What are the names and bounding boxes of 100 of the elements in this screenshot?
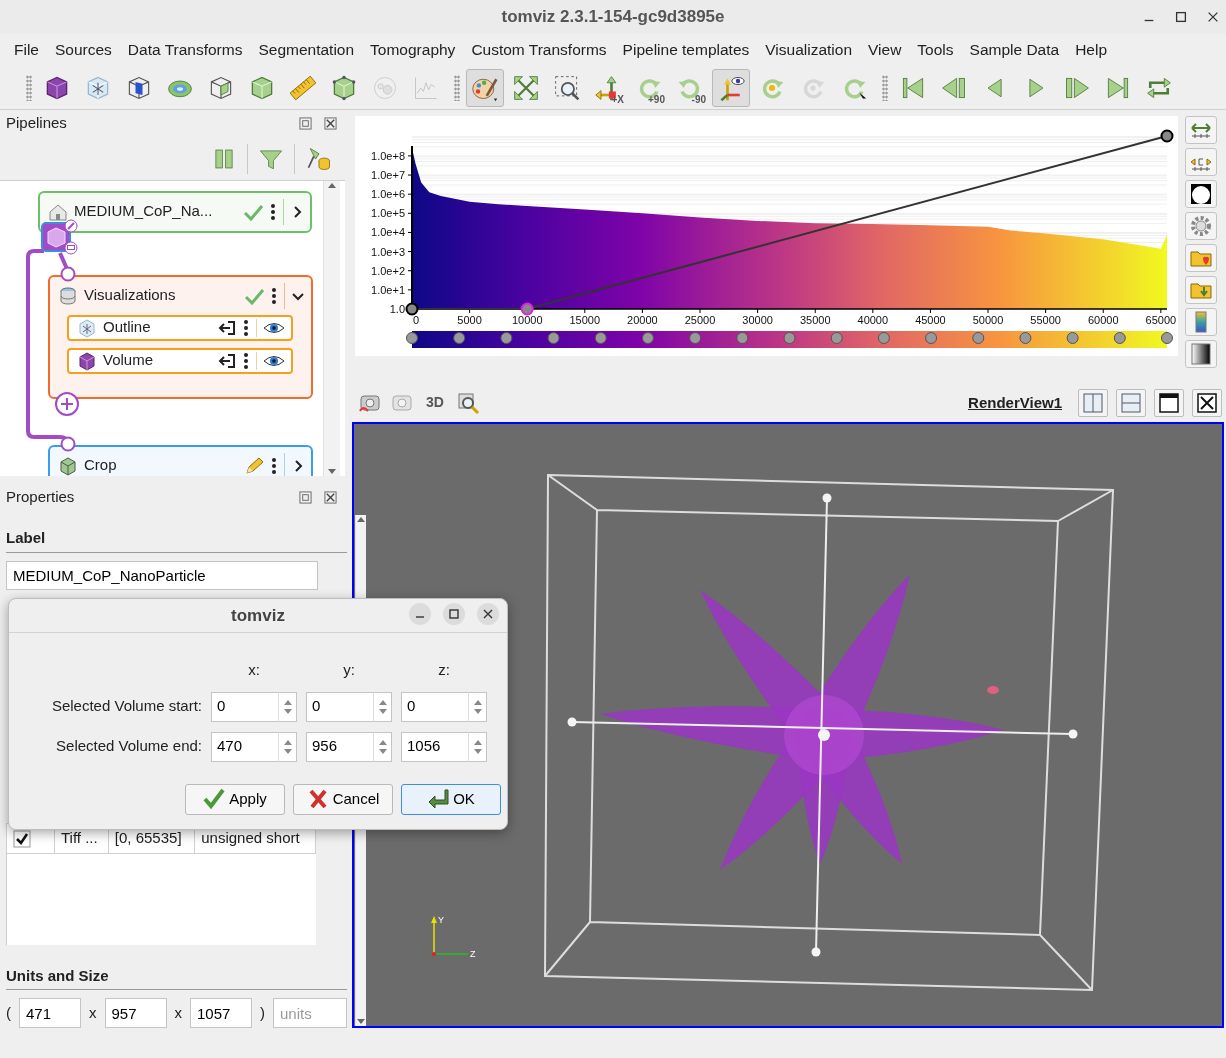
color-stop-knob[interactable] xyxy=(1066,332,1079,344)
axis-tick-label: 20000 xyxy=(627,314,658,326)
kebab-icon[interactable] xyxy=(270,456,278,475)
scroll-up-icon[interactable] xyxy=(356,515,366,523)
scroll-down-icon[interactable] xyxy=(327,467,337,476)
eye-icon[interactable] xyxy=(263,320,285,335)
spin-buttons[interactable] xyxy=(469,731,487,762)
pipeline-node[interactable]: Visualizations Outline Volume xyxy=(48,274,313,399)
menu-item[interactable]: Tomography xyxy=(362,38,464,62)
close-icon[interactable] xyxy=(481,607,495,621)
spin-box[interactable]: 0 xyxy=(211,691,279,722)
pipeline-node[interactable]: MEDIUM_CoP_Na... xyxy=(38,190,312,233)
kebab-icon[interactable] xyxy=(270,286,278,305)
menu-item[interactable]: Visualization xyxy=(757,38,861,62)
dialog-button[interactable]: Apply xyxy=(185,783,285,815)
times-text: x xyxy=(174,1002,182,1023)
color-stop-knob[interactable] xyxy=(406,332,418,344)
menu-item[interactable]: Tools xyxy=(909,38,962,62)
menu-item[interactable]: Custom Transforms xyxy=(463,38,615,62)
exit-icon[interactable] xyxy=(218,319,236,336)
size-field[interactable]: 471 xyxy=(19,998,81,1028)
menu-item[interactable]: File xyxy=(6,38,47,62)
color-stop-knob[interactable] xyxy=(547,332,560,344)
color-stop-knob[interactable] xyxy=(1113,332,1126,344)
toolbar-button[interactable] xyxy=(712,68,750,107)
exit-icon[interactable] xyxy=(218,352,236,369)
kebab-icon[interactable] xyxy=(242,318,250,337)
spin-buttons[interactable] xyxy=(469,691,487,722)
pipeline-node[interactable]: Outline xyxy=(67,314,293,341)
view-title: RenderView1 xyxy=(968,392,1062,413)
menu-item[interactable]: Segmentation xyxy=(250,38,363,62)
eye-icon[interactable] xyxy=(263,353,285,368)
spin-box[interactable]: 1056 xyxy=(401,731,469,762)
menu-item[interactable]: Sources xyxy=(47,38,120,62)
color-stop-knob[interactable] xyxy=(783,332,796,344)
color-stop-knob[interactable] xyxy=(1161,332,1173,344)
gradient-icon[interactable] xyxy=(1189,342,1213,366)
close-icon[interactable] xyxy=(324,490,337,504)
pipeline-node[interactable]: Volume xyxy=(67,347,293,374)
color-stop-knob[interactable] xyxy=(689,332,702,344)
color-stop-knob[interactable] xyxy=(736,332,749,344)
color-stop-knob[interactable] xyxy=(641,332,654,344)
spin-box[interactable]: 0 xyxy=(401,691,469,722)
kebab-icon[interactable] xyxy=(269,202,277,221)
menu-item[interactable]: View xyxy=(860,38,910,62)
pipeline-node[interactable]: Crop xyxy=(48,444,313,476)
maximize-icon[interactable] xyxy=(1174,10,1188,24)
menu-item[interactable]: Sample Data xyxy=(961,38,1068,62)
menu-item[interactable]: Help xyxy=(1067,38,1116,62)
split-vertical-icon[interactable] xyxy=(1120,391,1142,414)
toolbar-button[interactable]: +90 xyxy=(630,68,668,107)
checkbox-checked[interactable] xyxy=(13,829,31,848)
color-stop-knob[interactable] xyxy=(1019,332,1032,344)
label-field[interactable]: MEDIUM_CoP_NanoParticle xyxy=(6,560,318,590)
color-stop-knob[interactable] xyxy=(877,332,890,344)
scroll-down-icon[interactable] xyxy=(356,1018,366,1026)
color-stop-knob[interactable] xyxy=(500,332,513,344)
toolbar-button[interactable]: -90 xyxy=(671,68,709,107)
magnifier-icon[interactable] xyxy=(455,390,480,415)
color-stop-knob[interactable] xyxy=(594,332,607,344)
units-field[interactable]: units xyxy=(273,998,347,1028)
axis-tick-label: 1.0 xyxy=(389,303,405,315)
close-icon[interactable] xyxy=(324,117,337,131)
maximize-icon[interactable] xyxy=(1158,391,1180,414)
control-point[interactable] xyxy=(520,302,534,316)
gear-icon[interactable] xyxy=(1189,214,1213,238)
spin-box[interactable]: 956 xyxy=(306,731,374,762)
color-stop-knob[interactable] xyxy=(925,332,938,344)
axis-tick-label: 1.0e+5 xyxy=(371,207,405,220)
menu-item[interactable]: Pipeline templates xyxy=(614,38,758,62)
size-field[interactable]: 1057 xyxy=(190,998,252,1028)
spin-buttons[interactable] xyxy=(279,731,297,762)
toolbar-button[interactable] xyxy=(466,68,504,107)
size-field[interactable]: 957 xyxy=(104,998,167,1028)
split-horizontal-icon[interactable] xyxy=(1082,391,1104,414)
spin-buttons[interactable] xyxy=(374,691,392,722)
spin-box[interactable]: 470 xyxy=(211,731,279,762)
spin-buttons[interactable] xyxy=(279,691,297,722)
scrollbar[interactable] xyxy=(323,180,340,476)
spin-buttons[interactable] xyxy=(374,731,392,762)
float-icon[interactable] xyxy=(299,117,312,131)
color-stop-knob[interactable] xyxy=(830,332,843,344)
control-point[interactable] xyxy=(1160,129,1174,143)
menu-item[interactable]: Data Transforms xyxy=(119,38,251,62)
kebab-icon[interactable] xyxy=(242,351,250,370)
cube-icon xyxy=(77,317,97,338)
color-stop-knob[interactable] xyxy=(972,332,985,344)
expand-icon xyxy=(512,73,540,102)
spin-box[interactable]: 0 xyxy=(306,691,374,722)
close-icon[interactable] xyxy=(1196,391,1218,414)
view-mode-button[interactable]: 3D xyxy=(422,392,448,414)
float-icon[interactable] xyxy=(299,490,312,504)
dialog-button[interactable]: Cancel xyxy=(293,783,393,815)
dialog-button[interactable]: OK xyxy=(401,783,501,815)
toolbar-button[interactable]: +X xyxy=(589,68,627,107)
axis-label: Y xyxy=(438,914,444,925)
control-point[interactable] xyxy=(405,302,419,316)
color-stop-knob[interactable] xyxy=(453,332,466,344)
close-icon[interactable] xyxy=(1206,10,1220,24)
node-label: Crop xyxy=(84,455,118,476)
